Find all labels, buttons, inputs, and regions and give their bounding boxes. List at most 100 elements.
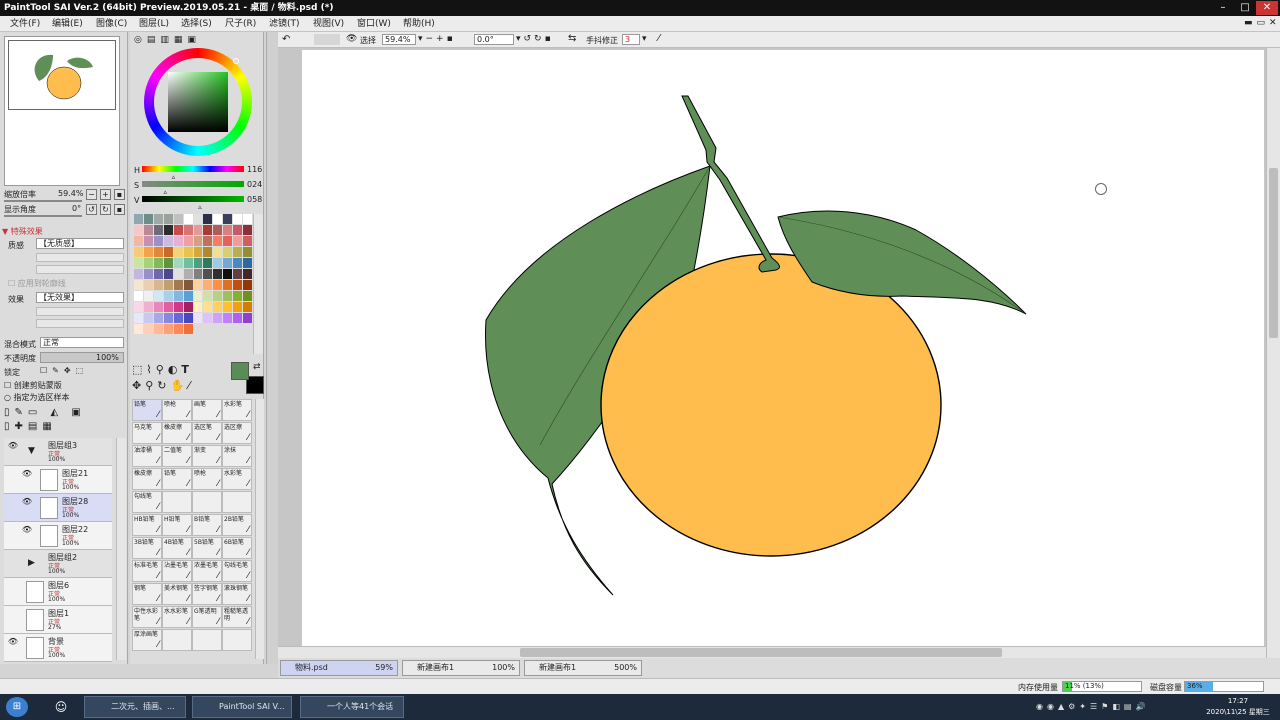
visibility-eye-icon[interactable] [7,581,19,591]
tab-doc-2[interactable]: 新建画布1 100% [402,660,520,676]
color-swatch[interactable] [163,302,173,312]
tool-brush-cell[interactable]: 铅笔 ⁄ [162,468,192,490]
color-swatch[interactable] [163,225,173,235]
tool-brush-cell[interactable]: 渐变 ⁄ [192,445,222,467]
color-swatch[interactable] [153,291,163,301]
tool-grid-scrollbar[interactable] [255,399,264,659]
tray-icons[interactable]: ◉◉▲⚙✦☰⚑◧▤🔊 [1036,702,1149,711]
color-swatch[interactable] [233,280,243,290]
menu-select[interactable]: 选择(S) [181,16,212,32]
color-swatch[interactable] [163,247,173,257]
color-swatch[interactable] [223,280,233,290]
tool-brush-cell[interactable]: 喷枪 ⁄ [162,399,192,421]
group-expand-icon[interactable]: ▼ [28,446,35,456]
color-swatch[interactable] [243,236,252,246]
tool-brush-cell[interactable]: 水彩笔 ⁄ [222,468,252,490]
color-swatch[interactable] [193,269,203,279]
foreground-color-swatch[interactable] [231,362,249,380]
color-swatch[interactable] [153,214,163,224]
color-swatch[interactable] [153,236,163,246]
visibility-eye-icon[interactable]: 👁 [21,525,33,535]
menu-ruler[interactable]: 尺子(R) [225,16,256,32]
tool-brush-cell[interactable] [222,629,252,651]
texture-scale-slider[interactable] [36,253,124,262]
close-button[interactable]: ✕ [1256,1,1278,15]
color-swatch[interactable] [183,313,193,323]
color-swatch[interactable] [203,313,213,323]
select-label[interactable]: 选择 [360,35,376,46]
color-swatch[interactable] [213,236,223,246]
color-swatch[interactable] [193,313,203,323]
pen-pressure-icon[interactable]: ⁄ [658,33,660,44]
tool-brush-cell[interactable]: 马克笔 ⁄ [132,422,162,444]
color-swatch[interactable] [243,291,252,301]
color-swatch[interactable] [203,214,213,224]
tool-brush-cell[interactable]: 2B铅笔 ⁄ [222,514,252,536]
tool-brush-cell[interactable]: 粗糙笔透明 ⁄ [222,606,252,628]
menu-help[interactable]: 帮助(H) [403,16,435,32]
stabilizer-dropdown[interactable]: ▾ [642,34,647,44]
color-swatch[interactable] [143,302,153,312]
color-swatch[interactable] [134,247,143,257]
color-swatch[interactable] [193,225,203,235]
color-swatch[interactable] [143,236,153,246]
vertical-scrollbar[interactable] [1266,48,1280,660]
color-swatch[interactable] [143,247,153,257]
layer-list-scrollbar[interactable] [116,438,126,660]
layer-row[interactable]: 👁 图层28 正常 100% [4,494,112,522]
color-swatch[interactable] [134,269,143,279]
color-swatch[interactable] [233,214,243,224]
panel-splitter[interactable] [266,32,278,664]
effect-select[interactable]: 【无效果】 [36,292,124,303]
color-swatch[interactable] [173,291,183,301]
layer-row[interactable]: 👁 图层21 正常 100% [4,466,112,494]
tool-brush-cell[interactable]: 美术钢笔 ⁄ [162,583,192,605]
tool-brush-cell[interactable]: 水水彩笔 ⁄ [162,606,192,628]
color-swatch[interactable] [193,258,203,268]
stabilizer-field[interactable]: 3 [622,34,640,45]
hue-slider[interactable] [142,166,244,172]
visibility-eye-icon[interactable]: 👁 [21,469,33,479]
tool-brush-cell[interactable]: 签字钢笔 ⁄ [192,583,222,605]
texture-strength-slider[interactable] [36,265,124,274]
menu-filter[interactable]: 滤镜(T) [269,16,300,32]
zoom-buttons[interactable]: ▾−+▪ [418,34,456,44]
color-swatch[interactable] [163,313,173,323]
color-swatch[interactable] [213,225,223,235]
color-swatch[interactable] [183,247,193,257]
color-swatch[interactable] [213,269,223,279]
selection-sample-checkbox[interactable]: ○ 指定为选区样本 [4,392,70,403]
color-swatch[interactable] [143,258,153,268]
effects-header[interactable]: ▼ 特殊效果 [2,226,43,237]
color-swatch[interactable] [173,247,183,257]
zoom-out-button[interactable]: − [86,189,97,200]
color-swatch[interactable] [213,313,223,323]
color-swatch[interactable] [163,269,173,279]
tool-brush-cell[interactable] [162,629,192,651]
color-swatch[interactable] [223,269,233,279]
layer-row[interactable]: 👁 图层22 正常 100% [4,522,112,550]
color-swatch[interactable] [173,258,183,268]
color-swatch[interactable] [203,291,213,301]
color-swatch[interactable] [163,280,173,290]
effect-strength-slider[interactable] [36,319,124,328]
color-swatch[interactable] [203,302,213,312]
color-swatch[interactable] [163,236,173,246]
color-swatch[interactable] [153,302,163,312]
zoom-slider[interactable] [4,200,82,202]
color-swatch[interactable] [223,236,233,246]
rotate-right-button[interactable]: ↻ [100,204,111,215]
color-swatch[interactable] [203,247,213,257]
color-swatch[interactable] [233,247,243,257]
visibility-eye-icon[interactable] [7,609,19,619]
color-swatch[interactable] [243,313,252,323]
tool-grid[interactable]: 铅笔 ⁄ 喷枪 ⁄ 画笔 ⁄ 水彩笔 ⁄ 马克笔 ⁄ 橡皮擦 ⁄ 选区笔 ⁄ 选区擦 ⁄ 油漆桶 ⁄ 二值笔 ⁄ 渐变 ⁄… [132,399,254,663]
maximize-button[interactable]: □ [1234,1,1256,15]
hue-marker[interactable] [233,58,239,64]
color-swatch[interactable] [173,236,183,246]
tool-brush-cell[interactable]: 3B铅笔 ⁄ [132,537,162,559]
tool-brush-cell[interactable]: 橡皮擦 ⁄ [162,422,192,444]
visibility-eye-icon[interactable]: 👁 [21,497,33,507]
tool-brush-cell[interactable]: G笔透明 ⁄ [192,606,222,628]
color-swatch[interactable] [223,291,233,301]
